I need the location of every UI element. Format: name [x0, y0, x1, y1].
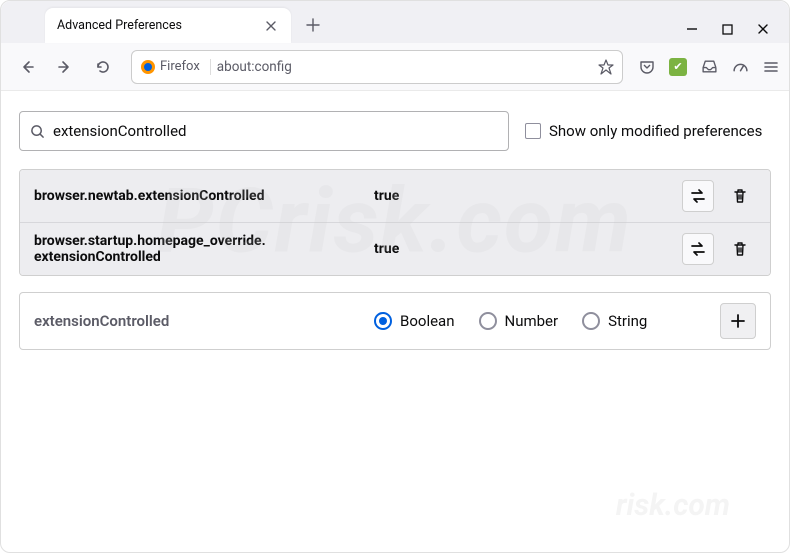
close-icon [265, 20, 277, 32]
radio-label: String [608, 312, 647, 330]
radio-icon [374, 312, 392, 330]
pref-value: true [374, 241, 682, 257]
reload-button[interactable] [87, 51, 119, 83]
firefox-icon [140, 59, 156, 75]
maximize-icon [722, 24, 733, 35]
delete-pref-button[interactable] [724, 180, 756, 212]
watermark-corner: risk.com [616, 488, 730, 523]
checkbox-label: Show only modified preferences [549, 122, 762, 140]
extension-button[interactable]: ✔ [669, 58, 687, 76]
radio-label: Boolean [400, 312, 455, 330]
pref-value: true [374, 188, 682, 204]
preference-search-box[interactable] [19, 111, 509, 151]
reload-icon [95, 59, 111, 75]
pref-row: browser.startup.homepage_override.extens… [20, 222, 770, 275]
show-modified-toggle[interactable]: Show only modified preferences [525, 122, 762, 140]
toggle-value-button[interactable] [682, 180, 714, 212]
new-pref-name: extensionControlled [34, 312, 374, 330]
bookmark-star-button[interactable] [598, 59, 614, 75]
window-maximize-button[interactable] [722, 24, 733, 35]
pref-row: browser.newtab.extensionControlled true [20, 170, 770, 222]
checkbox-icon [525, 123, 541, 139]
close-icon [757, 23, 769, 35]
url-identity: Firefox [140, 59, 211, 75]
radio-icon [582, 312, 600, 330]
forward-button[interactable] [49, 51, 81, 83]
hamburger-icon [763, 59, 779, 75]
url-bar[interactable]: Firefox about:config [131, 50, 623, 84]
url-text: about:config [217, 59, 292, 75]
new-tab-button[interactable] [299, 11, 327, 39]
inbox-icon [701, 58, 718, 75]
inbox-button[interactable] [701, 58, 718, 75]
pocket-icon [639, 59, 655, 75]
gauge-icon [732, 58, 749, 75]
add-pref-button[interactable] [720, 303, 756, 339]
search-input[interactable] [53, 122, 498, 140]
browser-tab[interactable]: Advanced Preferences [45, 8, 291, 43]
window-minimize-button[interactable] [686, 23, 698, 35]
extension-badge-icon: ✔ [669, 58, 687, 76]
back-button[interactable] [11, 51, 43, 83]
pref-type-option[interactable]: String [582, 312, 647, 330]
minimize-icon [686, 23, 698, 35]
swap-icon [689, 187, 707, 205]
plus-icon [730, 313, 746, 329]
browser-toolbar: Firefox about:config ✔ [1, 43, 789, 91]
star-icon [598, 59, 614, 75]
radio-icon [479, 312, 497, 330]
pref-type-option[interactable]: Number [479, 312, 559, 330]
delete-pref-button[interactable] [724, 233, 756, 265]
menu-button[interactable] [763, 59, 779, 75]
pref-name: browser.newtab.extensionControlled [34, 188, 374, 204]
tab-title: Advanced Preferences [57, 18, 263, 33]
trash-icon [732, 188, 748, 204]
radio-label: Number [505, 312, 559, 330]
pref-type-option[interactable]: Boolean [374, 312, 455, 330]
identity-label: Firefox [160, 59, 200, 74]
dashboard-button[interactable] [732, 58, 749, 75]
pocket-button[interactable] [639, 59, 655, 75]
arrow-right-icon [57, 59, 73, 75]
tab-close-button[interactable] [263, 18, 279, 34]
window-close-button[interactable] [757, 23, 769, 35]
arrow-left-icon [19, 59, 35, 75]
toggle-value-button[interactable] [682, 233, 714, 265]
pref-name: browser.startup.homepage_override.extens… [34, 233, 374, 265]
search-icon [30, 124, 45, 139]
swap-icon [689, 240, 707, 258]
trash-icon [732, 241, 748, 257]
plus-icon [306, 18, 320, 32]
